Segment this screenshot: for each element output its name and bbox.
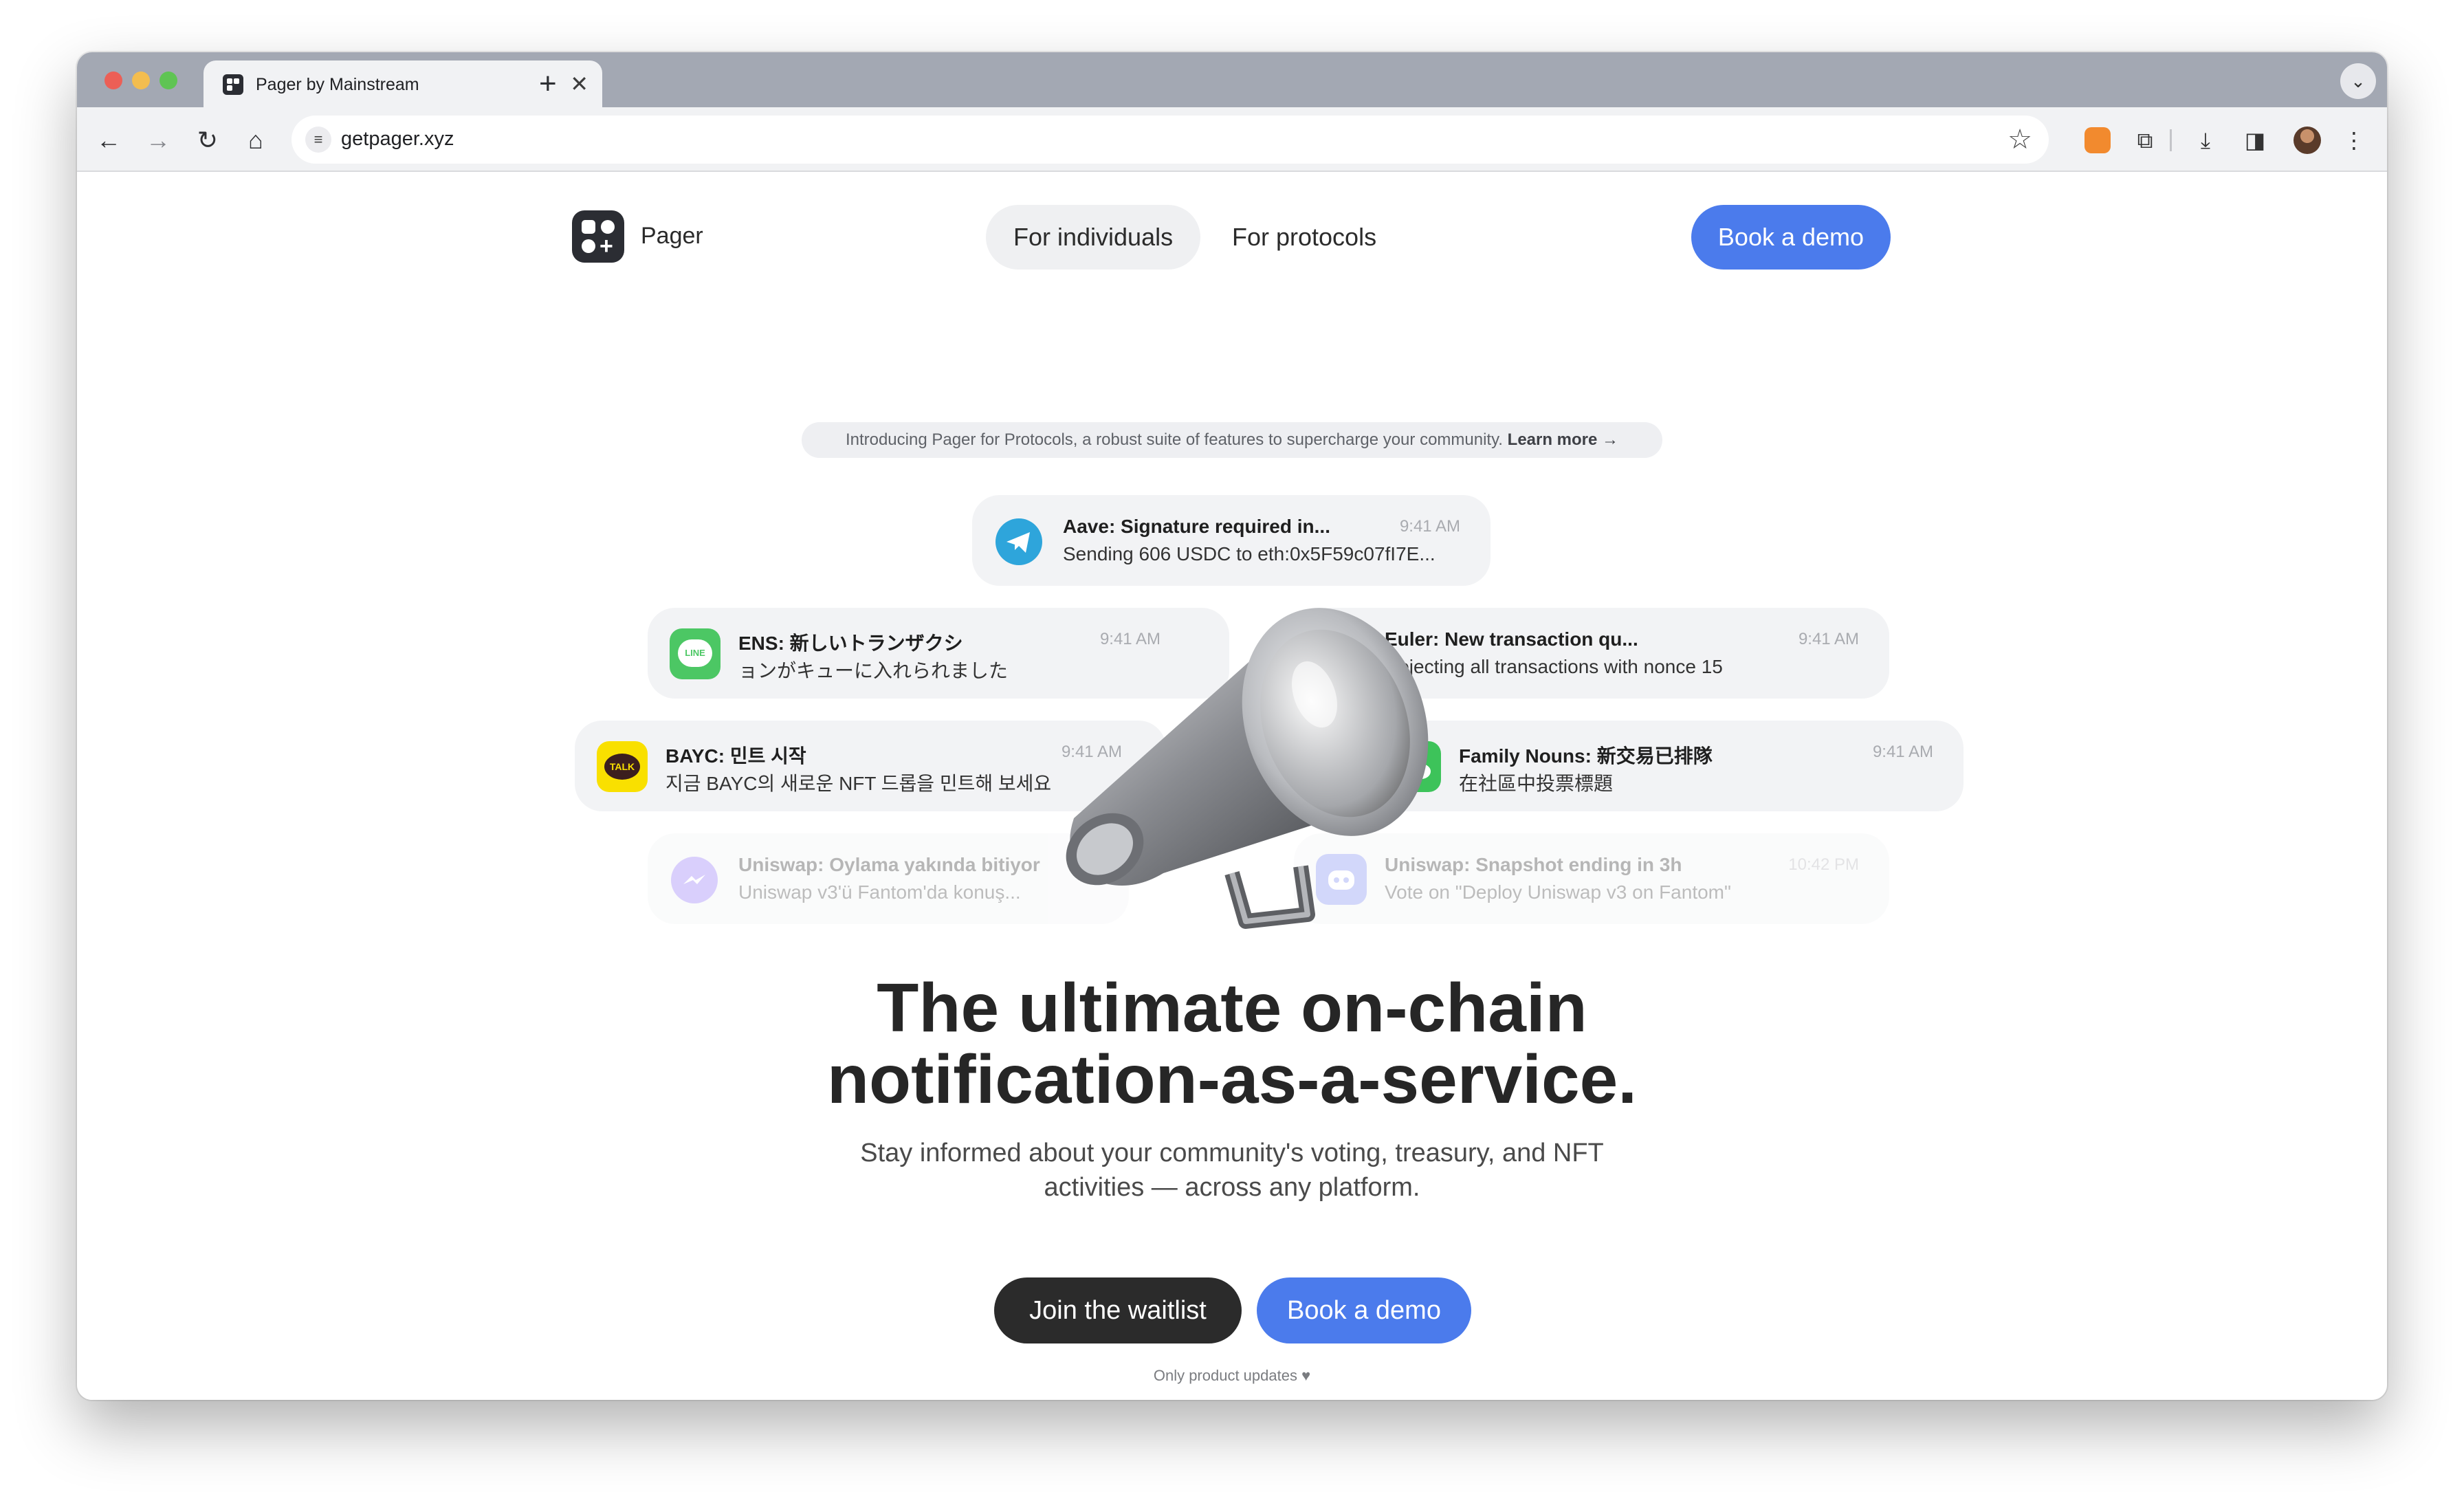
join-waitlist-button[interactable]: Join the waitlist: [994, 1277, 1242, 1343]
notification-time: 9:41 AM: [1798, 630, 1859, 648]
webpage: + Pager For individuals For protocols Bo…: [77, 172, 2387, 1400]
maximize-window-button[interactable]: [160, 72, 177, 89]
notification-time: 9:41 AM: [1399, 517, 1460, 536]
toolbar-divider: [2170, 129, 2172, 151]
kakaotalk-icon: TALK: [597, 741, 648, 792]
metamask-extension-icon[interactable]: [2084, 127, 2111, 153]
close-tab-icon[interactable]: ✕: [570, 72, 588, 96]
browser-window: Pager by Mainstream ✕ + ⌄ ← → ↻ ⌂ ≡ getp…: [77, 52, 2387, 1400]
download-icon[interactable]: ⤓: [2189, 124, 2222, 157]
tab-title: Pager by Mainstream: [256, 75, 419, 94]
notification-time: 9:41 AM: [1872, 743, 1933, 761]
notification-title: ENS: 新しいトランザクシ: [738, 633, 963, 654]
hero-subtitle-line2: activities — across any platform.: [1044, 1173, 1420, 1202]
notification-body: Sending 606 USDC to eth:0x5F59c07fI7E...: [1063, 543, 1436, 564]
hero-headline-line1: The ultimate on-chain: [877, 969, 1587, 1046]
hero-headline-line2: notification-as-a-service.: [826, 1041, 1638, 1118]
learn-more-link[interactable]: Learn more →: [1508, 430, 1618, 449]
notification-title: Aave: Signature required in...: [1063, 516, 1330, 537]
notification-body: Uniswap v3'ü Fantom'da konuş...: [738, 881, 1021, 903]
telegram-icon: [996, 518, 1042, 565]
close-window-button[interactable]: [104, 72, 122, 89]
url-text[interactable]: getpager.xyz: [341, 128, 454, 151]
bookmark-star-icon[interactable]: ☆: [2008, 122, 2032, 157]
line-icon: LINE: [670, 628, 720, 679]
product-updates-note: Only product updates ♥: [1153, 1367, 1311, 1384]
announcement-text: Introducing Pager for Protocols, a robus…: [845, 430, 1503, 449]
notification-body: ョンがキューに入れられました: [738, 660, 1009, 681]
header-book-demo-button[interactable]: Book a demo: [1691, 205, 1891, 270]
address-bar[interactable]: ≡ getpager.xyz ☆: [292, 116, 2049, 164]
tab-strip: Pager by Mainstream ✕ + ⌄: [77, 52, 2387, 107]
notification-title: BAYC: 민트 시작: [666, 745, 806, 767]
pager-logo-icon[interactable]: +: [572, 210, 624, 263]
forward-arrow-icon[interactable]: →: [140, 122, 176, 158]
messenger-icon: [671, 857, 718, 903]
announcement-banner[interactable]: Introducing Pager for Protocols, a robus…: [802, 422, 1662, 458]
brand-name[interactable]: Pager: [641, 223, 703, 250]
new-tab-button[interactable]: +: [539, 61, 557, 107]
nav-for-individuals[interactable]: For individuals: [986, 205, 1201, 270]
extensions-puzzle-icon[interactable]: ⧉: [2128, 124, 2162, 157]
minimize-window-button[interactable]: [132, 72, 150, 89]
hero-subtitle-line1: Stay informed about your community's vot…: [860, 1139, 1604, 1167]
profile-avatar[interactable]: [2294, 127, 2321, 154]
browser-toolbar: ← → ↻ ⌂ ≡ getpager.xyz ☆ ⧉ ⤓ ◨ ⋮: [77, 107, 2387, 172]
notification-time: 10:42 PM: [1788, 855, 1859, 874]
site-settings-icon[interactable]: ≡: [305, 127, 331, 153]
megaphone-icon: [1066, 608, 1429, 929]
tab-search-button[interactable]: ⌄: [2340, 63, 2376, 99]
home-icon[interactable]: ⌂: [238, 122, 274, 158]
back-arrow-icon[interactable]: ←: [91, 122, 126, 158]
menu-kebab-icon[interactable]: ⋮: [2338, 124, 2370, 157]
side-panel-icon[interactable]: ◨: [2238, 124, 2272, 157]
hero-book-demo-button[interactable]: Book a demo: [1257, 1277, 1471, 1343]
reload-icon[interactable]: ↻: [190, 122, 226, 158]
pager-favicon-icon: [223, 74, 243, 95]
nav-for-protocols[interactable]: For protocols: [1204, 205, 1404, 270]
